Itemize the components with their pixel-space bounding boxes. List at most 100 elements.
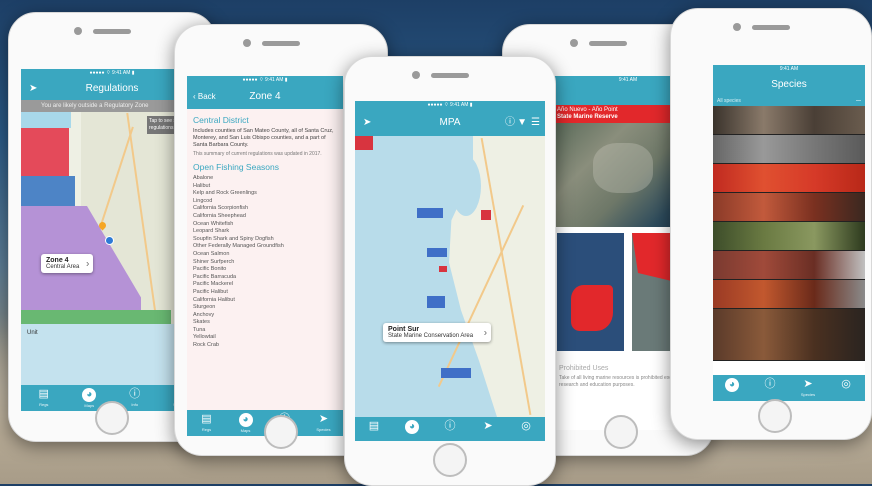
fish-photo-1[interactable] xyxy=(713,106,865,135)
menu-icon[interactable]: ☰ xyxy=(531,110,540,136)
list-item[interactable]: Pacific Mackerel xyxy=(193,281,337,289)
phone-camera xyxy=(570,39,578,47)
mpa-area xyxy=(571,285,613,331)
list-item[interactable]: Leopard Shark xyxy=(193,228,337,236)
zone-red[interactable] xyxy=(21,128,69,176)
list-item[interactable]: Pacific Halibut xyxy=(193,289,337,297)
tab-regs[interactable]: ▤ Regs xyxy=(187,410,226,436)
phone-speaker xyxy=(752,25,790,30)
fish-photo-6[interactable] xyxy=(713,251,865,280)
tab-species[interactable]: ➤ xyxy=(469,417,507,441)
tab-info[interactable]: ⓘ xyxy=(431,417,469,441)
list-item[interactable]: Tuna xyxy=(193,327,337,335)
fish-photo-4[interactable] xyxy=(713,193,865,222)
tab-regs[interactable]: ▤ xyxy=(355,417,393,441)
fish-logo-icon: ◕ xyxy=(238,413,253,427)
list-item[interactable]: Ocean Salmon xyxy=(193,251,337,259)
list-item[interactable]: Sturgeon xyxy=(193,304,337,312)
bay-water xyxy=(451,156,481,216)
mpa-zone-red[interactable] xyxy=(355,136,373,150)
screen-species: 9:41 AM Species All species — ◕ ⓘ ➤ Speci… xyxy=(713,65,865,401)
mpa-zone-blue[interactable] xyxy=(441,368,471,378)
mpa-map-thumbnail[interactable] xyxy=(557,233,624,351)
home-button[interactable] xyxy=(264,415,298,449)
species-list: Abalone Halibut Kelp and Rock Greenlings… xyxy=(193,175,337,350)
list-item[interactable]: Soupfin Shark and Spiny Dogfish xyxy=(193,236,337,244)
list-item[interactable]: Yellowtail xyxy=(193,334,337,342)
mpa-zone-blue[interactable] xyxy=(427,248,447,257)
book-icon: ▤ xyxy=(368,420,380,432)
tab-target[interactable]: ◎ xyxy=(507,417,545,441)
list-item[interactable]: Anchovy xyxy=(193,312,337,320)
chevron-right-icon: › xyxy=(483,327,488,338)
section-title-district: Central District xyxy=(193,115,249,125)
fish-photo-8[interactable] xyxy=(713,309,865,361)
info-icon: ⓘ xyxy=(444,420,456,432)
location-icon[interactable]: ➤ xyxy=(29,78,37,100)
list-item[interactable]: Pacific Bonito xyxy=(193,266,337,274)
list-item[interactable]: Shiner Surfperch xyxy=(193,259,337,267)
tab-maps[interactable]: ◕ Maps xyxy=(226,410,265,436)
screen-zone-4: ●●●●● ⌔ 9:41 AM ▮ ‹ Back Zone 4 Central … xyxy=(187,76,343,436)
mpa-zone-blue[interactable] xyxy=(417,208,443,218)
navbar: ➤ MPA ⓘ ▼ ☰ xyxy=(355,110,545,136)
fish-photo-7[interactable] xyxy=(713,280,865,309)
mpa-map[interactable]: Point Sur State Marine Conservation Area… xyxy=(355,136,545,417)
info-icon: ⓘ xyxy=(764,378,776,390)
list-item[interactable]: Halibut xyxy=(193,183,337,191)
tab-species[interactable]: ➤Species xyxy=(789,375,827,401)
fish-photo-2[interactable] xyxy=(713,135,865,164)
list-item[interactable]: California Halibut xyxy=(193,297,337,305)
info-icon: ⓘ xyxy=(129,388,141,400)
tab-maps[interactable]: ◕ xyxy=(713,375,751,401)
list-item[interactable]: California Scorpionfish xyxy=(193,205,337,213)
tab-regs[interactable]: ▤ Regs xyxy=(21,385,67,411)
zone-light-blue[interactable] xyxy=(21,112,71,128)
book-icon: ▤ xyxy=(201,413,212,425)
zone-callout[interactable]: Zone 4 Central Area › xyxy=(41,254,94,273)
phone-camera xyxy=(412,71,420,79)
mpa-zone-red[interactable] xyxy=(439,266,447,272)
fish-photo-3[interactable] xyxy=(713,164,865,193)
target-icon: ◎ xyxy=(521,420,531,432)
home-button[interactable] xyxy=(603,415,638,449)
mpa-zone-blue[interactable] xyxy=(427,296,445,308)
list-item[interactable]: California Sheephead xyxy=(193,213,337,221)
list-item[interactable]: Rock Crab xyxy=(193,342,337,350)
mpa-callout[interactable]: Point Sur State Marine Conservation Area… xyxy=(383,323,492,342)
list-item[interactable]: Abalone xyxy=(193,175,337,183)
tab-species[interactable]: ➤Species xyxy=(304,410,343,436)
tab-bar: ▤ ◕ ⓘ ➤ ◎ xyxy=(355,417,545,441)
home-button[interactable] xyxy=(433,443,467,477)
tab-maps[interactable]: ◕ xyxy=(393,417,431,441)
list-item[interactable]: Pacific Barracuda xyxy=(193,274,337,282)
fish-logo-icon: ◕ xyxy=(405,420,419,434)
species-subheader: All species — xyxy=(713,96,865,106)
zone-green[interactable] xyxy=(21,310,171,324)
page-title: Zone 4 xyxy=(249,91,281,102)
callout-subtitle: State Marine Conservation Area xyxy=(388,333,474,339)
home-button[interactable] xyxy=(758,399,792,433)
target-icon: ◎ xyxy=(841,378,851,390)
filter-icon[interactable]: ▼ xyxy=(517,110,527,136)
minus-icon[interactable]: — xyxy=(856,96,861,106)
back-button[interactable]: ‹ Back xyxy=(193,85,216,109)
list-item[interactable]: Skates xyxy=(193,319,337,327)
phone-speaker xyxy=(589,41,627,46)
fish-photo-5[interactable] xyxy=(713,222,865,251)
fish-logo-icon: ◕ xyxy=(82,388,97,402)
list-item[interactable]: Ocean Whitefish xyxy=(193,221,337,229)
zone-details: Central District Includes counties of Sa… xyxy=(187,109,343,412)
list-item[interactable]: Kelp and Rock Greenlings xyxy=(193,190,337,198)
info-icon[interactable]: ⓘ xyxy=(505,110,515,136)
zone-blue[interactable] xyxy=(21,176,75,206)
navbar: ‹ Back Zone 4 xyxy=(187,85,343,109)
location-icon[interactable]: ➤ xyxy=(363,110,371,136)
tab-target[interactable]: ◎ xyxy=(827,375,865,401)
home-button[interactable] xyxy=(95,401,129,435)
list-item[interactable]: Other Federally Managed Groundfish xyxy=(193,243,337,251)
list-item[interactable]: Lingcod xyxy=(193,198,337,206)
tab-info[interactable]: ⓘ xyxy=(751,375,789,401)
chevron-right-icon: › xyxy=(86,258,90,269)
mpa-zone-red[interactable] xyxy=(481,210,491,220)
